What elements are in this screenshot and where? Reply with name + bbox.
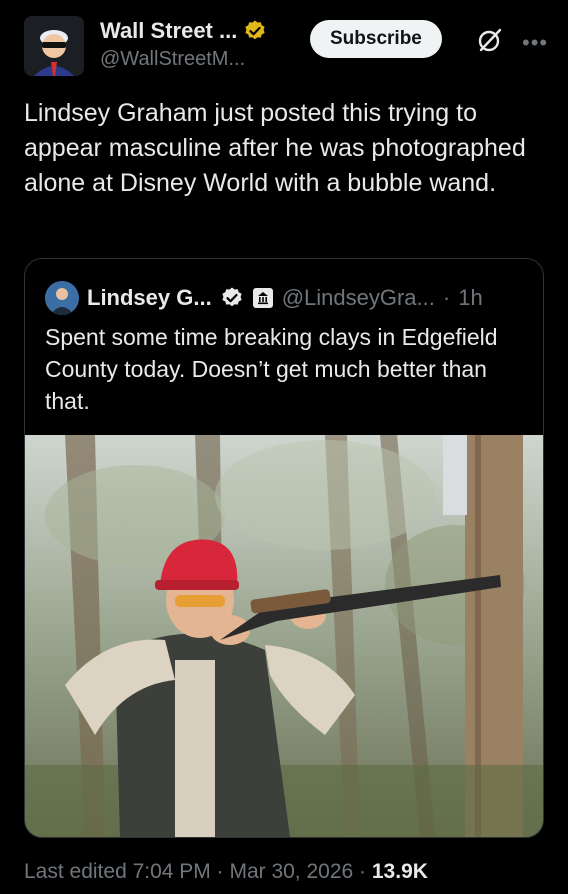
quoted-author-avatar[interactable]	[45, 281, 79, 315]
post-header: Wall Street ... @WallStreetM... Subscrib…	[24, 12, 550, 82]
wallstreet-avatar-illustration	[24, 16, 84, 76]
author-name-row: Wall Street ...	[100, 18, 267, 44]
post-footer: Last edited 7:04 PM · Mar 30, 2026 · 13.…	[24, 860, 428, 884]
subscribe-button[interactable]: Subscribe	[310, 20, 442, 58]
quoted-author-name[interactable]: Lindsey G...	[87, 285, 212, 311]
quoted-post-card[interactable]: Lindsey G... @LindseyGra... · 1h Spent s…	[24, 258, 544, 838]
quoted-post-photo[interactable]	[25, 435, 543, 837]
gold-verified-badge-icon	[245, 20, 265, 40]
author-name[interactable]: Wall Street ...	[100, 18, 237, 44]
government-label-icon	[252, 288, 273, 308]
quoted-post-header: Lindsey G... @LindseyGra... · 1h	[45, 281, 483, 315]
quoted-post-text: Spent some time breaking clays in Edgefi…	[45, 324, 498, 414]
author-handle[interactable]: @WallStreetM...	[100, 48, 267, 71]
last-edited-text[interactable]: Last edited 7:04 PM · Mar 30, 2026 ·	[24, 860, 366, 883]
quoted-timestamp[interactable]: 1h	[458, 285, 482, 311]
quoted-avatar-illustration	[45, 281, 79, 315]
quoted-author-handle[interactable]: @LindseyGra...	[282, 285, 435, 311]
view-count[interactable]: 13.9K	[372, 860, 428, 883]
author-avatar[interactable]	[24, 16, 84, 76]
author-block: Wall Street ... @WallStreetM...	[100, 18, 267, 71]
verified-badge-icon	[222, 287, 242, 307]
quoted-separator: ·	[442, 285, 451, 310]
more-icon[interactable]: •••	[522, 30, 548, 56]
grok-icon[interactable]	[476, 26, 504, 54]
post-text: Lindsey Graham just posted this trying t…	[24, 99, 526, 197]
